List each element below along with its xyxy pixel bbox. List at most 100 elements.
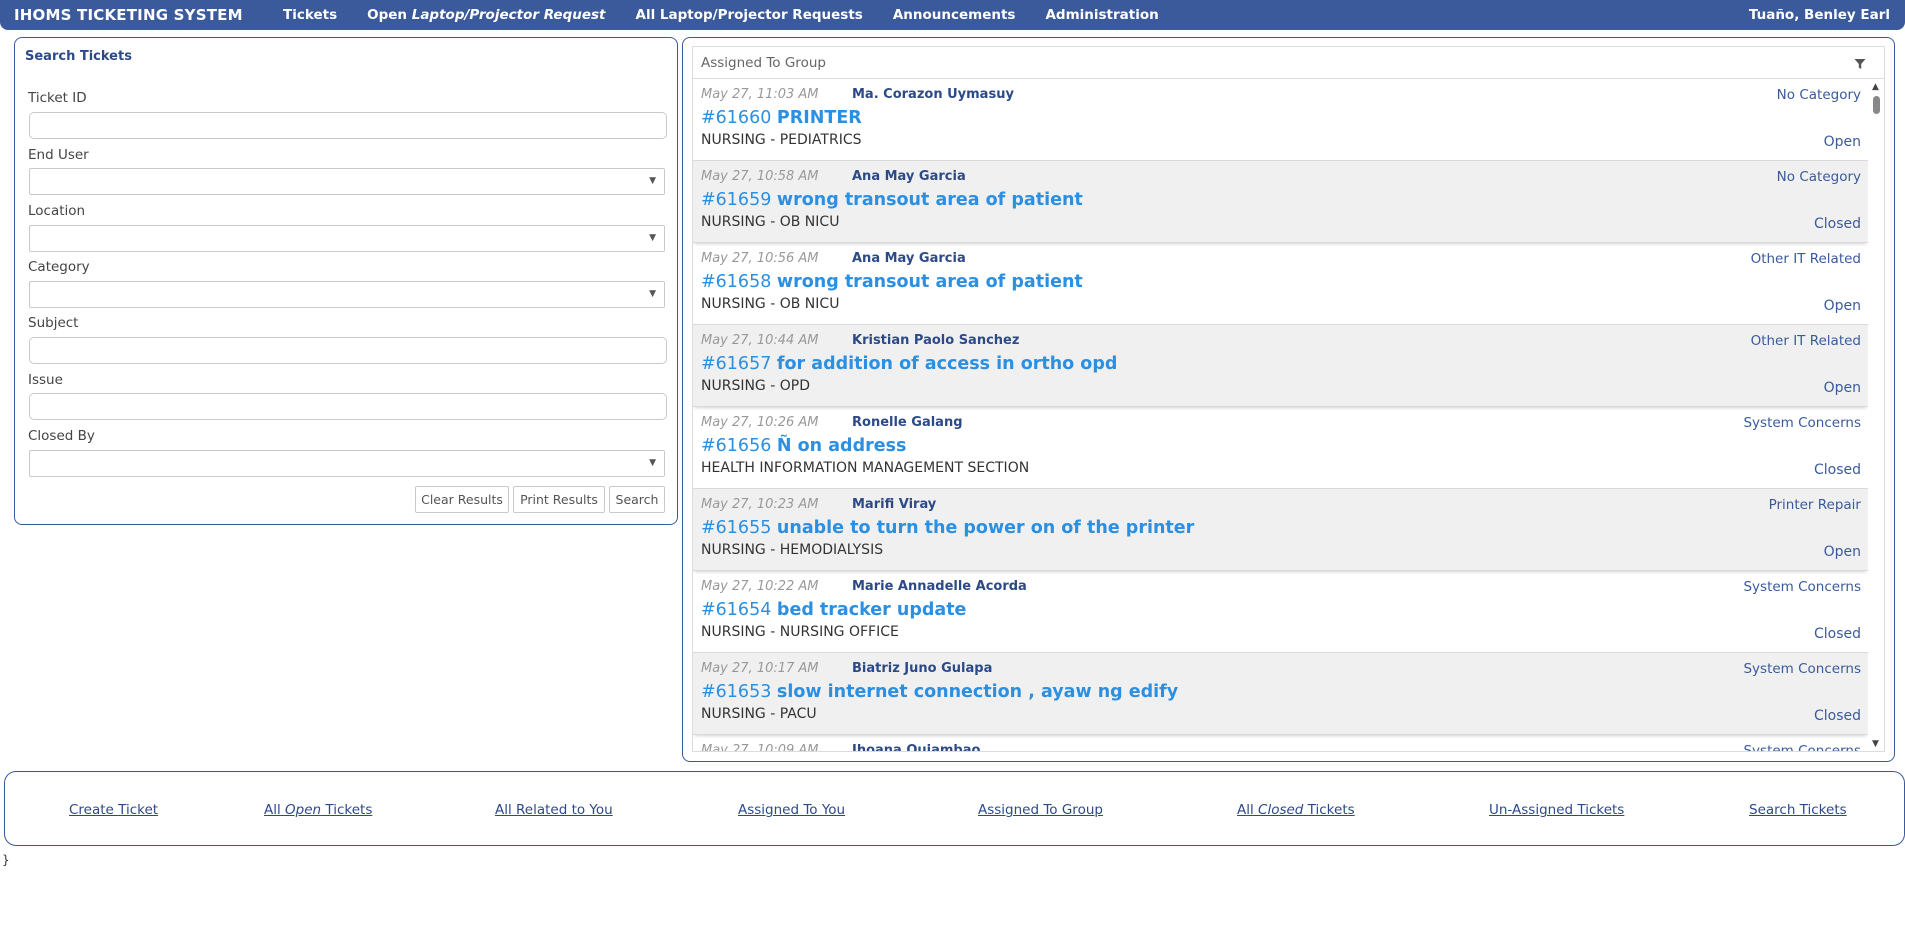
ticket-requester: Kristian Paolo Sanchez: [852, 333, 1020, 348]
main-nav: Tickets Open Laptop/Projector Request Al…: [283, 7, 1189, 23]
ticket-date: May 27, 11:03 AM: [701, 87, 819, 102]
end-user-select[interactable]: ▼: [29, 168, 665, 195]
user-menu[interactable]: Tuaño, Benley Earl: [1749, 7, 1890, 23]
ticket-location: HEALTH INFORMATION MANAGEMENT SECTION: [701, 460, 1030, 476]
nav-administration[interactable]: Administration: [1045, 7, 1158, 23]
footer-all-related-to-you[interactable]: All Related to You: [495, 802, 613, 818]
ticket-number[interactable]: #61654: [701, 600, 771, 620]
ticket-rows: May 27, 11:03 AM Ma. Corazon Uymasuy No Ca…: [693, 79, 1868, 752]
footer-unassigned-tickets[interactable]: Un-Assigned Tickets: [1489, 802, 1624, 818]
location-select[interactable]: ▼: [29, 225, 665, 252]
subject-input[interactable]: [29, 337, 667, 364]
ticket-number[interactable]: #61653: [701, 682, 771, 702]
closed-by-select[interactable]: ▼: [29, 450, 665, 477]
ticket-status: Open: [1823, 298, 1861, 314]
category-label: Category: [28, 259, 90, 275]
ticket-subject[interactable]: PRINTER: [777, 108, 862, 128]
ticket-subject[interactable]: wrong transout area of patient: [777, 272, 1083, 292]
chevron-down-icon: ▼: [649, 176, 656, 186]
ticket-title[interactable]: #61654 bed tracker update: [701, 600, 966, 620]
print-results-button[interactable]: Print Results: [513, 486, 605, 513]
ticket-number[interactable]: #61658: [701, 272, 771, 292]
ticket-row[interactable]: May 27, 10:44 AM Kristian Paolo Sanchez Ot…: [693, 325, 1868, 407]
closed-by-label: Closed By: [28, 428, 95, 444]
ticket-date: May 27, 10:58 AM: [701, 169, 819, 184]
ticket-location: NURSING - OB NICU: [701, 214, 840, 230]
ticket-category: System Concerns: [1743, 743, 1861, 752]
ticket-number[interactable]: #61655: [701, 518, 771, 538]
nav-announcements[interactable]: Announcements: [893, 7, 1016, 23]
ticket-requester: Marie Annadelle Acorda: [852, 579, 1027, 594]
filter-icon[interactable]: [1854, 55, 1866, 74]
ticket-requester: Ma. Corazon Uymasuy: [852, 87, 1014, 102]
list-scrollbar[interactable]: ▲ ▼: [1868, 80, 1884, 751]
ticket-date: May 27, 10:44 AM: [701, 333, 819, 348]
ticket-id-label: Ticket ID: [28, 90, 87, 106]
ticket-location: NURSING - NURSING OFFICE: [701, 624, 899, 640]
ticket-title[interactable]: #61660 PRINTER: [701, 108, 862, 128]
scroll-thumb[interactable]: [1873, 96, 1880, 114]
ticket-subject[interactable]: wrong transout area of patient: [777, 190, 1083, 210]
ticket-date: May 27, 10:17 AM: [701, 661, 819, 676]
ticket-number[interactable]: #61659: [701, 190, 771, 210]
issue-input[interactable]: [29, 393, 667, 420]
ticket-number[interactable]: #61657: [701, 354, 771, 374]
ticket-row[interactable]: May 27, 10:23 AM Marifi Viray Printer Repa…: [693, 489, 1868, 571]
ticket-subject[interactable]: for addition of access in ortho opd: [777, 354, 1117, 374]
ticket-status: Open: [1823, 134, 1861, 150]
search-panel-title: Search Tickets: [25, 49, 132, 64]
scroll-down-icon[interactable]: ▼: [1872, 739, 1879, 749]
search-button[interactable]: Search: [609, 486, 665, 513]
ticket-row[interactable]: May 27, 10:17 AM Biatriz Juno Gulapa Syste…: [693, 653, 1868, 735]
ticket-subject[interactable]: slow internet connection , ayaw ng edify: [777, 682, 1178, 702]
ticket-status: Closed: [1813, 462, 1861, 478]
end-user-label: End User: [28, 147, 89, 163]
footer-search-tickets[interactable]: Search Tickets: [1749, 802, 1847, 818]
ticket-category: System Concerns: [1743, 415, 1861, 431]
ticket-title[interactable]: #61653 slow internet connection , ayaw n…: [701, 682, 1178, 702]
ticket-row[interactable]: May 27, 10:22 AM Marie Annadelle Acorda Sy…: [693, 571, 1868, 653]
nav-tickets[interactable]: Tickets: [283, 7, 337, 23]
ticket-row[interactable]: May 27, 11:03 AM Ma. Corazon Uymasuy No Ca…: [693, 79, 1868, 161]
app-brand[interactable]: IHOMS TICKETING SYSTEM: [14, 6, 243, 24]
ticket-list-panel: Assigned To Group May 27, 11:03 AM Ma. Co…: [682, 37, 1895, 762]
ticket-category: No Category: [1776, 87, 1861, 103]
nav-open-laptop-projector-request[interactable]: Open Laptop/Projector Request: [367, 7, 605, 23]
ticket-category: System Concerns: [1743, 579, 1861, 595]
ticket-date: May 27, 10:56 AM: [701, 251, 819, 266]
footer-all-closed-tickets[interactable]: All Closed Tickets: [1237, 802, 1355, 818]
group-filter-label: Assigned To Group: [701, 55, 826, 71]
ticket-status: Closed: [1813, 708, 1861, 724]
ticket-row[interactable]: May 27, 10:09 AM Jhoana Quiambao System Co…: [693, 735, 1868, 752]
ticket-row[interactable]: May 27, 10:26 AM Ronelle Galang System Con…: [693, 407, 1868, 489]
ticket-date: May 27, 10:09 AM: [701, 743, 819, 752]
ticket-subject[interactable]: bed tracker update: [777, 600, 967, 620]
footer-assigned-to-you[interactable]: Assigned To You: [738, 802, 845, 818]
ticket-id-input[interactable]: [29, 112, 667, 139]
ticket-location: NURSING - PEDIATRICS: [701, 132, 862, 148]
ticket-title[interactable]: #61655 unable to turn the power on of th…: [701, 518, 1194, 538]
ticket-title[interactable]: #61659 wrong transout area of patient: [701, 190, 1083, 210]
ticket-status: Closed: [1813, 626, 1861, 642]
search-panel: Search Tickets Ticket ID End User ▼ Loca…: [14, 37, 678, 525]
clear-results-button[interactable]: Clear Results: [415, 486, 509, 513]
ticket-number[interactable]: #61660: [701, 108, 771, 128]
scroll-up-icon[interactable]: ▲: [1872, 82, 1879, 92]
ticket-number[interactable]: #61656: [701, 436, 771, 456]
footer-all-open-tickets[interactable]: All Open Tickets: [264, 802, 372, 818]
footer-assigned-to-group[interactable]: Assigned To Group: [978, 802, 1103, 818]
ticket-category: No Category: [1776, 169, 1861, 185]
nav-all-laptop-projector-requests[interactable]: All Laptop/Projector Requests: [636, 7, 863, 23]
ticket-row[interactable]: May 27, 10:56 AM Ana May Garcia Other IT R…: [693, 243, 1868, 325]
footer-create-ticket[interactable]: Create Ticket: [69, 802, 158, 818]
ticket-row[interactable]: May 27, 10:58 AM Ana May Garcia No Categor…: [693, 161, 1868, 243]
ticket-subject[interactable]: Ñ on address: [777, 436, 907, 456]
category-select[interactable]: ▼: [29, 281, 665, 308]
ticket-title[interactable]: #61656 Ñ on address: [701, 436, 906, 456]
ticket-category: Other IT Related: [1750, 251, 1861, 267]
ticket-category: Printer Repair: [1768, 497, 1861, 513]
ticket-title[interactable]: #61658 wrong transout area of patient: [701, 272, 1083, 292]
ticket-subject[interactable]: unable to turn the power on of the print…: [777, 518, 1194, 538]
stray-text: }: [2, 853, 10, 867]
ticket-title[interactable]: #61657 for addition of access in ortho o…: [701, 354, 1117, 374]
